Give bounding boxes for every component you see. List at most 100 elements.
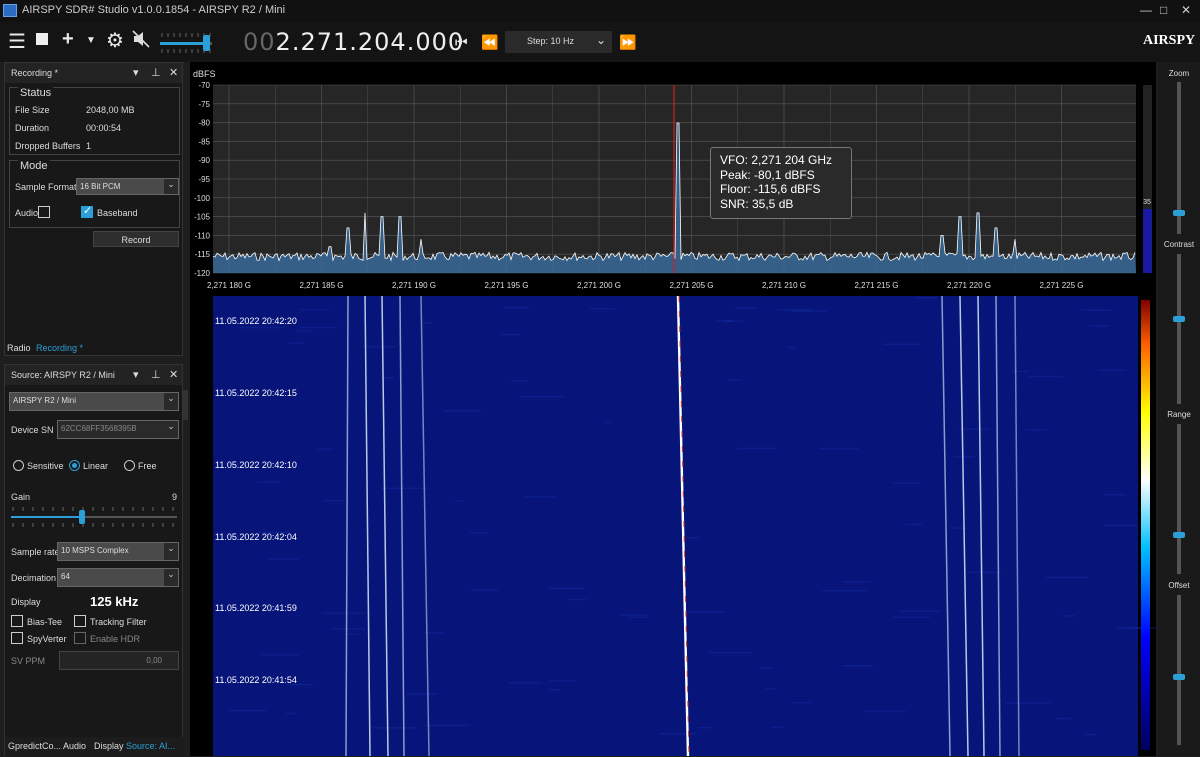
waterfall-noise <box>765 688 775 690</box>
sv-ppm-value: 0,00 <box>146 656 162 665</box>
linear-radio[interactable] <box>69 460 80 471</box>
device-value: AIRSPY R2 / Mini <box>13 396 76 405</box>
tab-display[interactable]: Display <box>94 741 124 751</box>
close-icon[interactable]: ✕ <box>169 368 178 381</box>
waterfall-noise <box>286 712 295 715</box>
mute-speaker-icon[interactable] <box>132 30 150 53</box>
free-radio[interactable] <box>124 460 135 471</box>
y-tick-label: -80 <box>198 119 210 128</box>
device-select[interactable]: AIRSPY R2 / Mini ⌄ <box>9 392 179 411</box>
waterfall-noise <box>228 709 266 712</box>
waterfall-display[interactable]: 11.05.2022 20:42:20 11.05.2022 20:42:15 11… <box>190 296 1156 756</box>
left-panel-scrollbar[interactable] <box>183 390 188 420</box>
waterfall-noise <box>508 682 542 684</box>
step-select[interactable]: Step: 10 Hz ⌄ <box>505 31 612 53</box>
sample-format-select[interactable]: 16 Bit PCM ⌄ <box>76 178 179 195</box>
peak-readout: Peak: -80,1 dBFS <box>720 167 815 182</box>
tab-radio[interactable]: Radio <box>7 343 31 353</box>
spyverter-checkbox[interactable] <box>11 632 23 644</box>
baseband-checkbox[interactable] <box>81 204 93 218</box>
offset-slider-knob[interactable] <box>1173 674 1185 680</box>
record-button[interactable]: Record <box>93 231 179 247</box>
close-button[interactable]: ✕ <box>1181 3 1191 17</box>
device-sn-select[interactable]: 62CC68FF3568395B ⌄ <box>57 420 179 439</box>
waterfall-timestamp: 11.05.2022 20:42:10 <box>215 460 297 470</box>
recording-panel-header: Recording * ▾ ⊥ ✕ <box>5 63 182 83</box>
waterfall-noise <box>709 651 753 654</box>
waterfall-noise <box>603 421 613 424</box>
x-tick-label: 2,271 190 G <box>392 281 436 290</box>
waterfall-noise <box>502 306 530 309</box>
y-tick-label: -85 <box>198 137 210 146</box>
waterfall-noise <box>1025 429 1047 431</box>
waterfall-noise <box>1028 375 1064 378</box>
volume-slider[interactable] <box>160 28 214 56</box>
sample-rate-select[interactable]: 10 MSPS Complex ⌄ <box>57 542 179 561</box>
waterfall-noise <box>295 329 313 332</box>
sv-ppm-input[interactable]: 0,00 <box>59 651 179 670</box>
waterfall-noise <box>383 376 396 379</box>
frequency-display[interactable]: 002.271.204.000 <box>243 28 464 56</box>
offset-slider[interactable] <box>1177 595 1181 745</box>
chevron-down-icon[interactable]: ▾ <box>133 66 139 79</box>
rewind-icon[interactable]: ⏪ <box>481 34 498 51</box>
gain-slider[interactable] <box>11 505 179 529</box>
tab-audio[interactable]: Audio <box>63 741 86 751</box>
fast-forward-icon[interactable]: ⏩ <box>619 34 636 51</box>
stop-icon[interactable] <box>36 33 48 45</box>
step-label: Step: 10 Hz <box>527 36 575 46</box>
enable-hdr-checkbox[interactable] <box>74 632 86 644</box>
waterfall-noise <box>727 379 743 381</box>
tab-recording[interactable]: Recording * <box>36 343 83 353</box>
waterfall-noise <box>288 342 306 344</box>
duration-label: Duration <box>15 123 50 133</box>
tracking-filter-checkbox[interactable] <box>74 615 86 627</box>
tab-gpredict[interactable]: GpredictCo... <box>8 741 61 751</box>
waterfall-noise <box>469 532 489 534</box>
chevron-down-icon[interactable]: ▾ <box>133 368 139 381</box>
waterfall-noise <box>257 481 281 483</box>
waterfall-noise <box>1004 702 1051 704</box>
floor-readout: Floor: -115,6 dBFS <box>720 182 821 196</box>
range-slider[interactable] <box>1177 424 1181 574</box>
tab-source[interactable]: Source: AI... <box>126 741 175 751</box>
window-title: AIRSPY SDR# Studio v1.0.0.1854 - AIRSPY … <box>22 4 286 16</box>
range-slider-knob[interactable] <box>1173 532 1185 538</box>
sensitive-label: Sensitive <box>27 461 64 471</box>
gear-icon[interactable]: ⚙ <box>106 28 124 53</box>
zoom-slider-knob[interactable] <box>1173 210 1185 216</box>
y-tick-label: -120 <box>194 269 211 278</box>
waterfall-noise <box>317 448 334 450</box>
spectrum-analyzer[interactable]: dBFS -70 -75 -80 -85 -90 -95 -100 -105 -110 -115 -1… <box>190 62 1156 296</box>
status-group-title: Status <box>18 87 54 99</box>
decimation-value: 64 <box>61 572 70 581</box>
waterfall-noise <box>1103 493 1127 496</box>
waterfall-noise <box>683 611 726 613</box>
chevron-down-icon: ⌄ <box>164 179 178 194</box>
bias-tee-checkbox[interactable] <box>11 615 23 627</box>
maximize-button[interactable]: □ <box>1160 3 1167 17</box>
hamburger-menu-icon[interactable]: ☰ <box>8 29 26 54</box>
audio-checkbox[interactable] <box>38 206 50 218</box>
waterfall-noise <box>443 410 482 412</box>
source-panel-header: Source: AIRSPY R2 / Mini ▾ ⊥ ✕ <box>5 365 182 385</box>
close-icon[interactable]: ✕ <box>169 66 178 79</box>
waterfall-noise <box>261 654 300 656</box>
offset-label: Offset <box>1168 581 1190 590</box>
chevron-down-icon[interactable]: ▼ <box>86 35 96 46</box>
pin-icon[interactable]: ⊥ <box>151 368 161 381</box>
range-label: Range <box>1167 410 1191 419</box>
pin-icon[interactable]: ⊥ <box>151 66 161 79</box>
add-icon[interactable]: + <box>62 28 74 51</box>
sensitive-radio[interactable] <box>13 460 24 471</box>
contrast-slider-knob[interactable] <box>1173 316 1185 322</box>
skip-back-icon[interactable]: ⏮ <box>455 34 468 51</box>
zoom-label: Zoom <box>1168 69 1190 78</box>
decimation-select[interactable]: 64 ⌄ <box>57 568 179 587</box>
minimize-button[interactable]: — <box>1140 3 1152 17</box>
waterfall-noise <box>548 688 561 691</box>
contrast-slider[interactable] <box>1177 254 1181 404</box>
recording-panel-title: Recording * <box>11 68 59 78</box>
waterfall-noise <box>1061 615 1076 617</box>
y-tick-label: -95 <box>198 175 210 184</box>
